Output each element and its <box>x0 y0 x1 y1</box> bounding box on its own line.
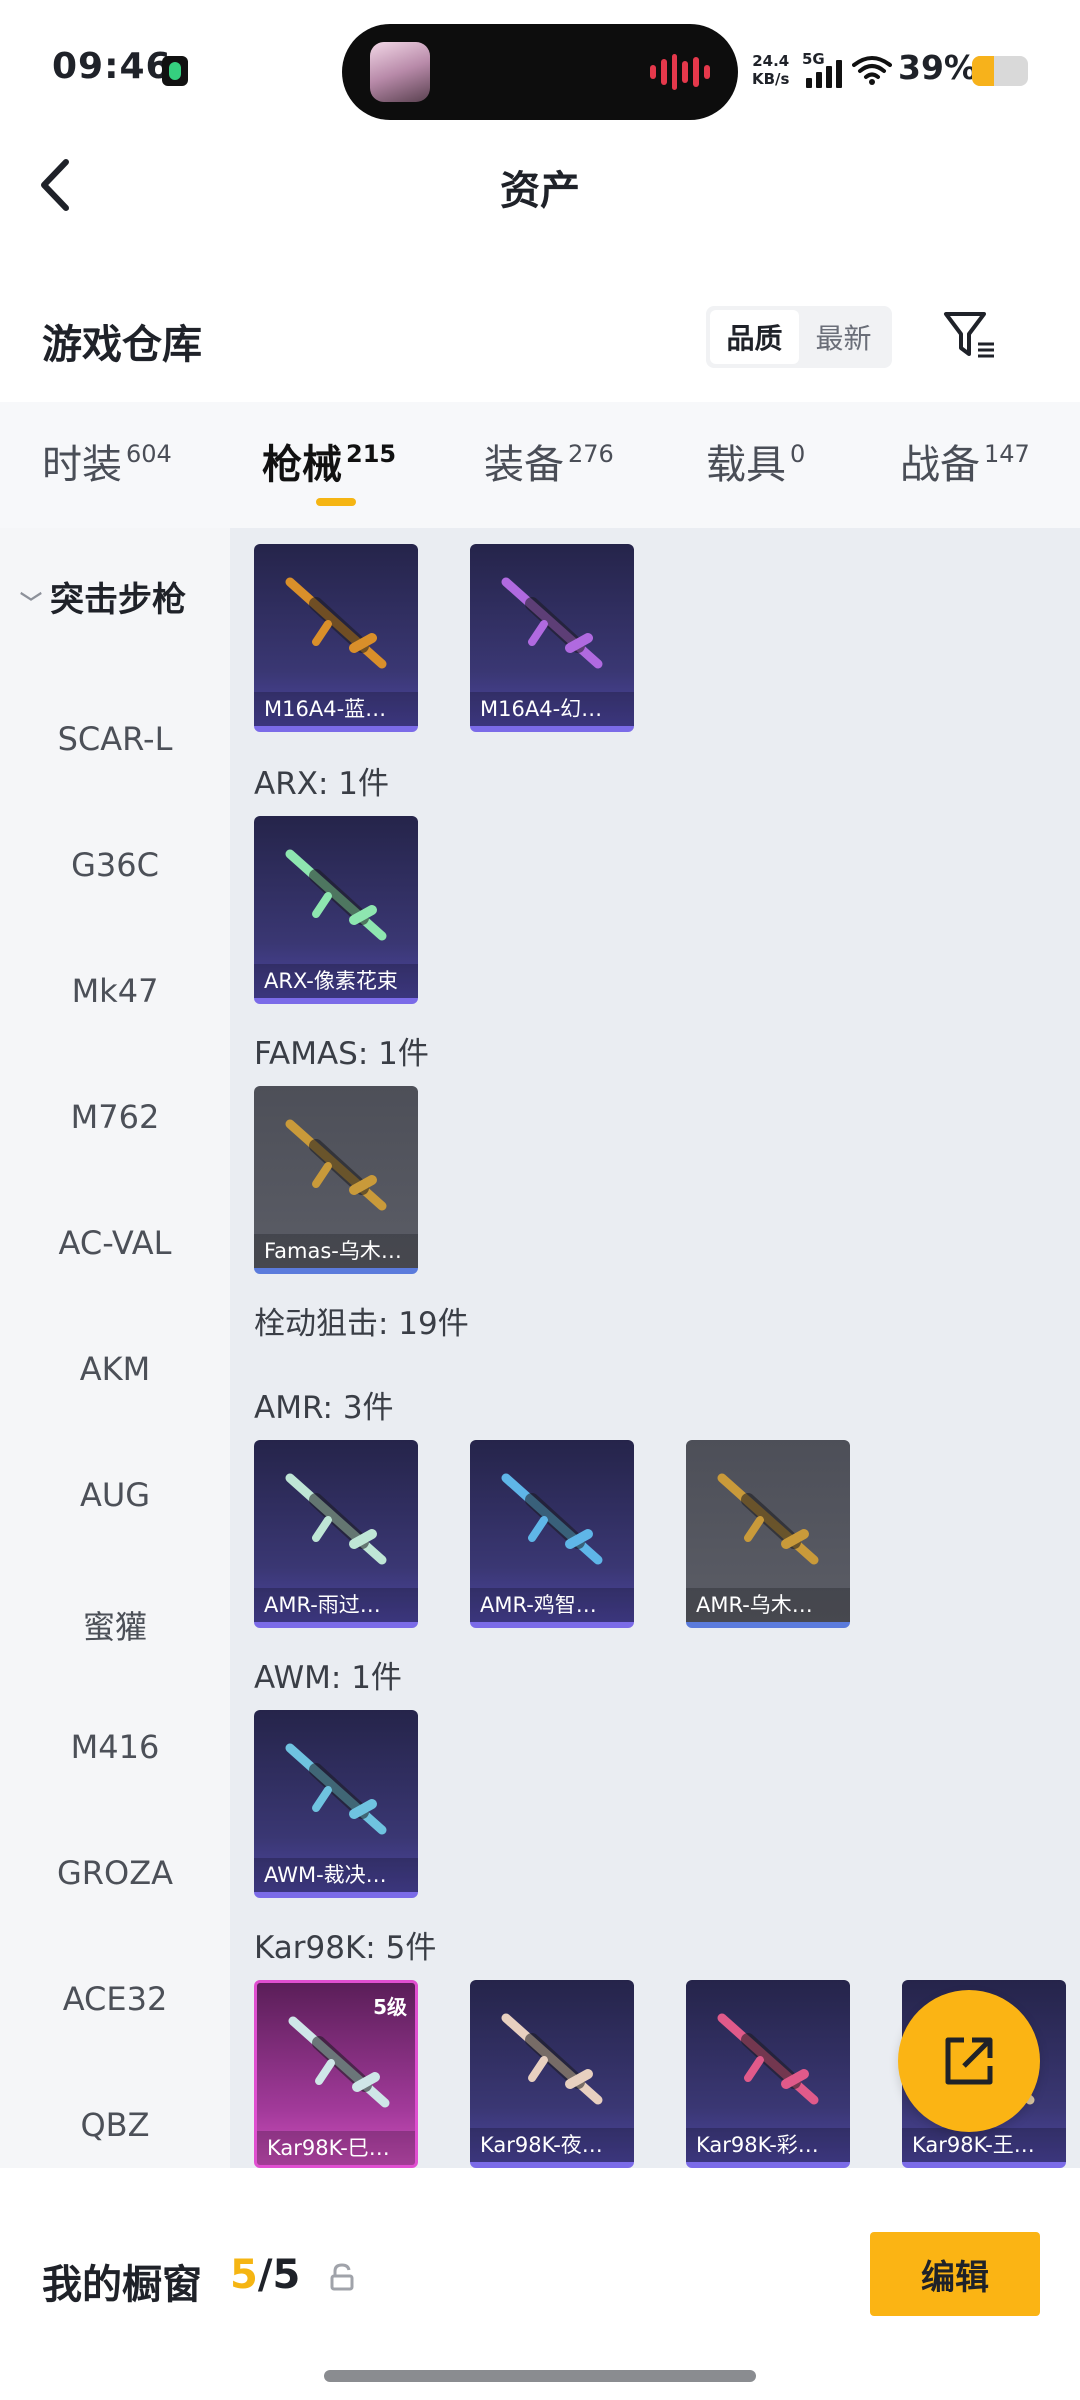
weapon-card-name: AMR-鸡智… <box>470 1588 634 1622</box>
weapon-image <box>288 2016 390 2108</box>
weapon-card-name: AMR-雨过… <box>254 1588 418 1622</box>
category-tabs: 时装 604 枪械 215 装备 276 载具 0 战备 147 <box>0 402 1080 528</box>
weapon-card-name: AMR-乌木… <box>686 1588 850 1622</box>
sort-segmented-control: 品质 最新 <box>706 306 892 368</box>
sidebar-item-weapon[interactable]: G36C <box>0 846 230 884</box>
dynamic-island[interactable] <box>342 24 738 120</box>
tab-battle-gear[interactable]: 战备 147 <box>900 432 1030 490</box>
tab-fashion[interactable]: 时装 604 <box>42 432 172 490</box>
weapon-card[interactable]: ARX-像素花束 <box>254 816 418 1004</box>
battery-level-fill <box>972 56 994 86</box>
level-badge: 5级 <box>373 1995 407 2019</box>
showcase-label: 我的橱窗 <box>42 2262 202 2308</box>
weapon-image <box>285 577 387 669</box>
sidebar-item-weapon[interactable]: Mk47 <box>0 972 230 1010</box>
weapon-card-name: Famas-乌木… <box>254 1234 418 1268</box>
sidebar-item-weapon[interactable]: AKM <box>0 1350 230 1388</box>
weapon-card-name: AWM-裁决… <box>254 1858 418 1892</box>
weapon-image <box>285 849 387 941</box>
edit-button[interactable]: 编辑 <box>870 2232 1040 2316</box>
weapon-card[interactable]: M16A4-幻… <box>470 544 634 732</box>
weapon-image <box>717 2013 819 2105</box>
section-title: 游戏仓库 <box>42 322 202 368</box>
active-tab-indicator <box>316 498 356 506</box>
weapon-group-label: FAMAS: 1件 <box>254 1036 429 1072</box>
sidebar-item-weapon[interactable]: SCAR-L <box>0 720 230 758</box>
weapon-card[interactable]: M16A4-蓝… <box>254 544 418 732</box>
battery-percent: 39% <box>898 48 977 87</box>
weapon-image <box>285 1743 387 1835</box>
sidebar-item-weapon[interactable]: AC-VAL <box>0 1224 230 1262</box>
chevron-down-icon: ﹀ <box>20 591 43 617</box>
cellular-signal-icon <box>806 60 842 88</box>
showcase-count: 5/5 <box>230 2252 301 2298</box>
weapon-type-sidebar: ﹀ 突击步枪 SCAR-L G36C Mk47 M762 AC-VAL AKM AUG 蜜獾 M4… <box>0 528 230 2168</box>
unlock-icon <box>330 2263 354 2291</box>
weapon-card-name: ARX-像素花束 <box>254 964 418 998</box>
weapon-group-label: Kar98K: 5件 <box>254 1930 437 1966</box>
weapon-card[interactable]: 5级 Kar98K-巳… <box>254 1980 418 2168</box>
weapon-image <box>501 577 603 669</box>
sidebar-item-weapon[interactable]: AUG <box>0 1476 230 1514</box>
sidebar-group-assault-rifle[interactable]: ﹀ 突击步枪 <box>20 572 186 621</box>
weapon-group-label: ARX: 1件 <box>254 766 390 802</box>
tab-firearms[interactable]: 枪械 215 <box>262 432 396 490</box>
weapon-card[interactable]: Kar98K-夜… <box>470 1980 634 2168</box>
weapon-image <box>501 2013 603 2105</box>
page-title: 资产 <box>500 168 580 214</box>
weapon-card-name: M16A4-蓝… <box>254 692 418 726</box>
external-share-icon <box>945 2037 993 2085</box>
weapon-card[interactable]: AMR-鸡智… <box>470 1440 634 1628</box>
sidebar-item-weapon[interactable]: GROZA <box>0 1854 230 1892</box>
media-thumbnail <box>370 42 430 102</box>
tab-equipment[interactable]: 装备 276 <box>484 432 614 490</box>
notification-app-icon <box>162 56 188 86</box>
weapon-card[interactable]: AMR-雨过… <box>254 1440 418 1628</box>
weapon-card[interactable]: Kar98K-彩… <box>686 1980 850 2168</box>
weapon-card-name: Kar98K-彩… <box>686 2128 850 2162</box>
weapon-image <box>285 1119 387 1211</box>
weapon-group-label: AMR: 3件 <box>254 1390 394 1426</box>
weapon-card-name: Kar98K-巳… <box>257 2131 415 2165</box>
weapon-group-label: AWM: 1件 <box>254 1660 402 1696</box>
sidebar-item-weapon[interactable]: QBZ <box>0 2106 230 2144</box>
weapon-card[interactable]: Famas-乌木… <box>254 1086 418 1274</box>
weapon-image <box>501 1473 603 1565</box>
status-time: 09:46 <box>52 46 172 87</box>
sidebar-item-weapon[interactable]: ACE32 <box>0 1980 230 2018</box>
weapon-grid: M16A4-蓝… M16A4-幻… ARX: 1件 ARX-像素花束 FAMAS: 1件… <box>230 528 1080 2168</box>
share-fab[interactable] <box>898 1990 1040 2132</box>
tab-vehicles[interactable]: 载具 0 <box>706 432 805 490</box>
audio-waveform-icon <box>650 54 710 90</box>
filter-icon[interactable] <box>940 306 1000 366</box>
sidebar-item-weapon[interactable]: 蜜獾 <box>0 1602 230 1648</box>
sort-option-newest[interactable]: 最新 <box>799 310 888 364</box>
weapon-group-label: 栓动狙击: 19件 <box>254 1306 469 1342</box>
weapon-card-name: Kar98K-夜… <box>470 2128 634 2162</box>
showcase-bar: 我的橱窗 5/5 编辑 <box>0 2200 1080 2400</box>
weapon-card[interactable]: AMR-乌木… <box>686 1440 850 1628</box>
status-bar: 09:46 24.4 KB/s 5G 39% <box>0 0 1080 140</box>
sidebar-item-weapon[interactable]: M416 <box>0 1728 230 1766</box>
sidebar-item-weapon[interactable]: M762 <box>0 1098 230 1136</box>
wifi-icon <box>852 56 892 85</box>
battery-icon <box>972 56 1028 86</box>
weapon-card-name: M16A4-幻… <box>470 692 634 726</box>
weapon-image <box>717 1473 819 1565</box>
home-indicator[interactable] <box>324 2370 756 2382</box>
weapon-image <box>285 1473 387 1565</box>
weapon-card[interactable]: AWM-裁决… <box>254 1710 418 1898</box>
sort-option-quality[interactable]: 品质 <box>710 310 799 364</box>
network-speed: 24.4 KB/s <box>752 52 790 88</box>
weapon-card-name: Kar98K-王… <box>902 2128 1066 2162</box>
